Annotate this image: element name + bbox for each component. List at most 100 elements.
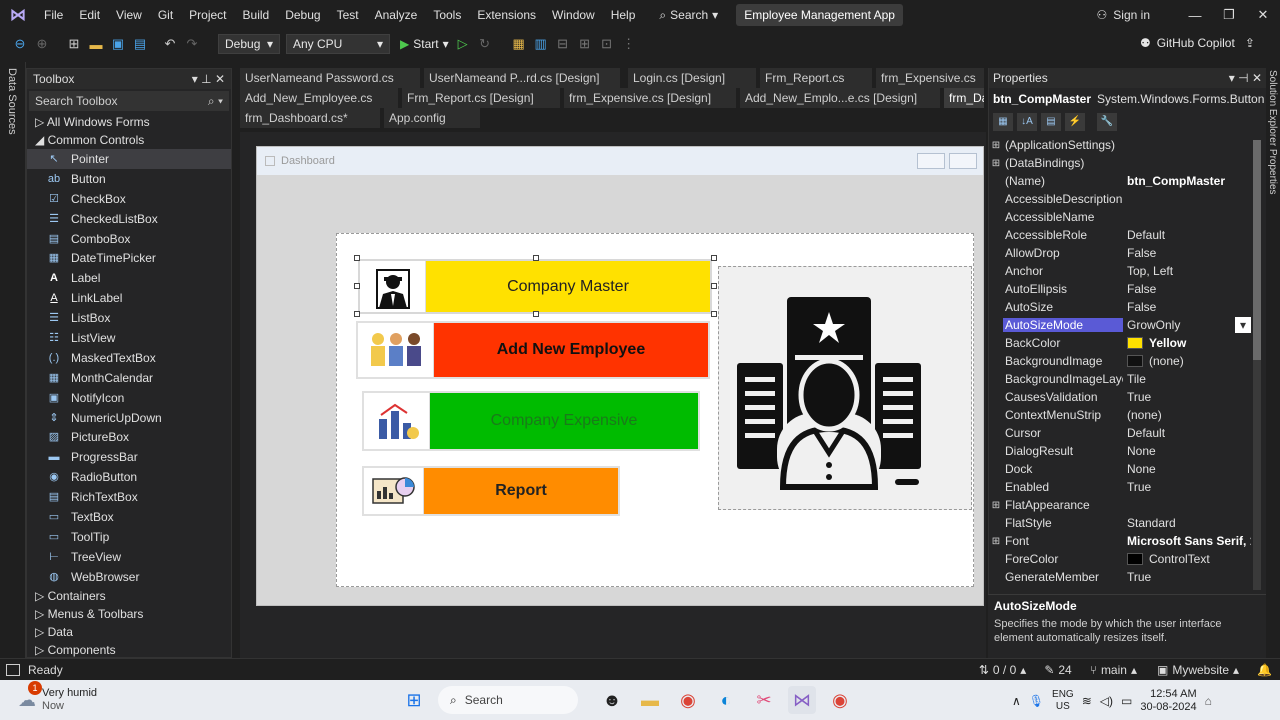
toolbox-item-button[interactable]: ab Button	[27, 169, 231, 189]
menu-test[interactable]: Test	[329, 0, 367, 30]
toolbox-item-listbox[interactable]: ☰ ListBox	[27, 308, 231, 328]
property-row[interactable]: ContextMenuStrip (none)	[989, 406, 1251, 424]
restore-button[interactable]: ❐	[1212, 7, 1246, 23]
weather-widget[interactable]: ☁ 1 Very humid Now	[18, 681, 97, 713]
microphone-icon[interactable]: 🎙	[1029, 694, 1044, 708]
menu-extensions[interactable]: Extensions	[469, 0, 544, 30]
menu-window[interactable]: Window	[544, 0, 603, 30]
solution-explorer-tab[interactable]: Solution Explorer Properties	[1267, 70, 1278, 195]
taskbar-search[interactable]: ⌕ Search	[438, 686, 578, 714]
close-icon[interactable]: ✕	[1252, 71, 1262, 85]
property-value[interactable]: False	[1123, 246, 1251, 260]
expand-icon[interactable]: ⊞	[989, 140, 1003, 151]
toolbox-item-numericupdown[interactable]: ⇕ NumericUpDown	[27, 408, 231, 428]
property-row[interactable]: AutoSize False	[989, 298, 1251, 316]
expand-icon[interactable]: ⊞	[989, 158, 1003, 169]
platform-select[interactable]: Any CPU ▾	[286, 34, 390, 54]
toolbox-item-pointer[interactable]: ↖ Pointer	[27, 149, 231, 169]
expand-icon[interactable]: ⊞	[989, 536, 1003, 547]
redo-icon[interactable]: ↷	[184, 36, 200, 52]
visual-studio-logo-icon[interactable]: ⋈	[0, 0, 36, 30]
file-explorer-icon[interactable]: ▬	[636, 686, 664, 714]
toolbox-item-picturebox[interactable]: ▨ PictureBox	[27, 427, 231, 447]
tab-frm-dashboard-design[interactable]: frm_Da	[944, 88, 984, 108]
pin-icon[interactable]: ⊥	[201, 72, 211, 86]
toolbox-item-notifyicon[interactable]: ▣ NotifyIcon	[27, 388, 231, 408]
toolbox-item-label[interactable]: A Label	[27, 268, 231, 288]
report-button[interactable]: Report	[362, 466, 620, 516]
close-icon[interactable]: ✕	[215, 72, 225, 86]
menu-help[interactable]: Help	[603, 0, 644, 30]
property-row[interactable]: DialogResult None	[989, 442, 1251, 460]
form-minimize-button[interactable]	[917, 153, 945, 169]
property-row[interactable]: Dock None	[989, 460, 1251, 478]
property-row[interactable]: BackgroundImage (none)	[989, 352, 1251, 370]
toolbox-item-radiobutton[interactable]: ◉ RadioButton	[27, 467, 231, 487]
resize-handle[interactable]	[533, 311, 539, 317]
menu-edit[interactable]: Edit	[71, 0, 108, 30]
property-value[interactable]: Default	[1123, 426, 1251, 440]
start-without-debugging-icon[interactable]: ▷	[455, 36, 471, 52]
property-row[interactable]: AccessibleRole Default	[989, 226, 1251, 244]
toolbox-item-datetimepicker[interactable]: ▦ DateTimePicker	[27, 248, 231, 268]
chevron-up-icon[interactable]: ∧	[1012, 694, 1021, 708]
align-center-icon[interactable]: ⊞	[577, 36, 593, 52]
share-icon[interactable]: ⇪	[1245, 36, 1255, 50]
avatar-app-icon[interactable]: ☻	[598, 686, 626, 714]
group-data[interactable]: ▷ Data	[27, 623, 231, 641]
property-value[interactable]: None	[1123, 444, 1251, 458]
property-row[interactable]: AutoEllipsis False	[989, 280, 1251, 298]
language-indicator[interactable]: ENG US	[1052, 689, 1074, 713]
group-menus-toolbars[interactable]: ▷ Menus & Toolbars	[27, 605, 231, 623]
edits-count[interactable]: 24	[1058, 663, 1071, 677]
resize-handle[interactable]	[711, 255, 717, 261]
expand-icon[interactable]: ⊞	[989, 500, 1003, 511]
property-row[interactable]: ⊞ (DataBindings)	[989, 154, 1251, 172]
signin-button[interactable]: ⚇ Sign in	[1097, 8, 1150, 22]
toolbox-item-listview[interactable]: ☷ ListView	[27, 328, 231, 348]
toolbox-item-progressbar[interactable]: ▬ ProgressBar	[27, 447, 231, 467]
object-selector[interactable]: btn_CompMaster System.Windows.Forms.Butt…	[989, 88, 1276, 110]
property-row[interactable]: BackgroundImageLayo Tile	[989, 370, 1251, 388]
resize-handle[interactable]	[711, 311, 717, 317]
browser-link-icon[interactable]: ▦	[511, 36, 527, 52]
group-components[interactable]: ▷ Components	[27, 641, 231, 659]
property-grid-scrollbar[interactable]	[1253, 140, 1261, 590]
property-row[interactable]: AccessibleDescription	[989, 190, 1251, 208]
property-row[interactable]: ForeColor ControlText	[989, 550, 1251, 568]
toolbox-item-textbox[interactable]: ▭ TextBox	[27, 507, 231, 527]
errors-count[interactable]: 0 / 0	[993, 663, 1016, 677]
property-value[interactable]: Top, Left	[1123, 264, 1251, 278]
add-new-employee-button[interactable]: Add New Employee	[356, 321, 710, 379]
notification-center-icon[interactable]: ⌂	[1205, 694, 1212, 708]
pin-icon[interactable]: ⊣	[1238, 71, 1248, 85]
property-row[interactable]: CausesValidation True	[989, 388, 1251, 406]
branch-name[interactable]: main	[1101, 663, 1127, 677]
clock[interactable]: 12:54 AM 30-08-2024	[1140, 688, 1196, 714]
property-row[interactable]: Cursor Default	[989, 424, 1251, 442]
property-value[interactable]: False	[1123, 282, 1251, 296]
property-value[interactable]: (none)	[1123, 354, 1251, 368]
property-row[interactable]: (Name) btn_CompMaster	[989, 172, 1251, 190]
menu-project[interactable]: Project	[181, 0, 234, 30]
toolbox-item-checkedlistbox[interactable]: ☰ CheckedListBox	[27, 209, 231, 229]
save-all-icon[interactable]: ▤	[132, 36, 148, 52]
chrome-profile-icon[interactable]: ◉	[826, 686, 854, 714]
open-folder-icon[interactable]: ▬	[88, 37, 104, 52]
property-value[interactable]: (none)	[1123, 408, 1251, 422]
property-value[interactable]: btn_CompMaster	[1123, 174, 1251, 188]
properties-view-icon[interactable]: ▤	[1041, 113, 1061, 131]
property-value[interactable]: Standard	[1123, 516, 1251, 530]
group-common-controls[interactable]: ◢ Common Controls	[27, 131, 231, 149]
form-maximize-button[interactable]	[949, 153, 977, 169]
group-containers[interactable]: ▷ Containers	[27, 587, 231, 605]
menu-analyze[interactable]: Analyze	[367, 0, 426, 30]
resize-handle[interactable]	[711, 283, 717, 289]
configuration-select[interactable]: Debug ▾	[218, 34, 280, 54]
property-value[interactable]: True	[1123, 480, 1251, 494]
categorized-icon[interactable]: ▦	[993, 113, 1013, 131]
solution-title[interactable]: Employee Management App	[736, 4, 903, 26]
resize-handle[interactable]	[354, 255, 360, 261]
tab-frm-expensive-cs[interactable]: frm_Expensive.cs	[876, 68, 984, 88]
property-value[interactable]: GrowOnly ▾	[1123, 317, 1251, 333]
